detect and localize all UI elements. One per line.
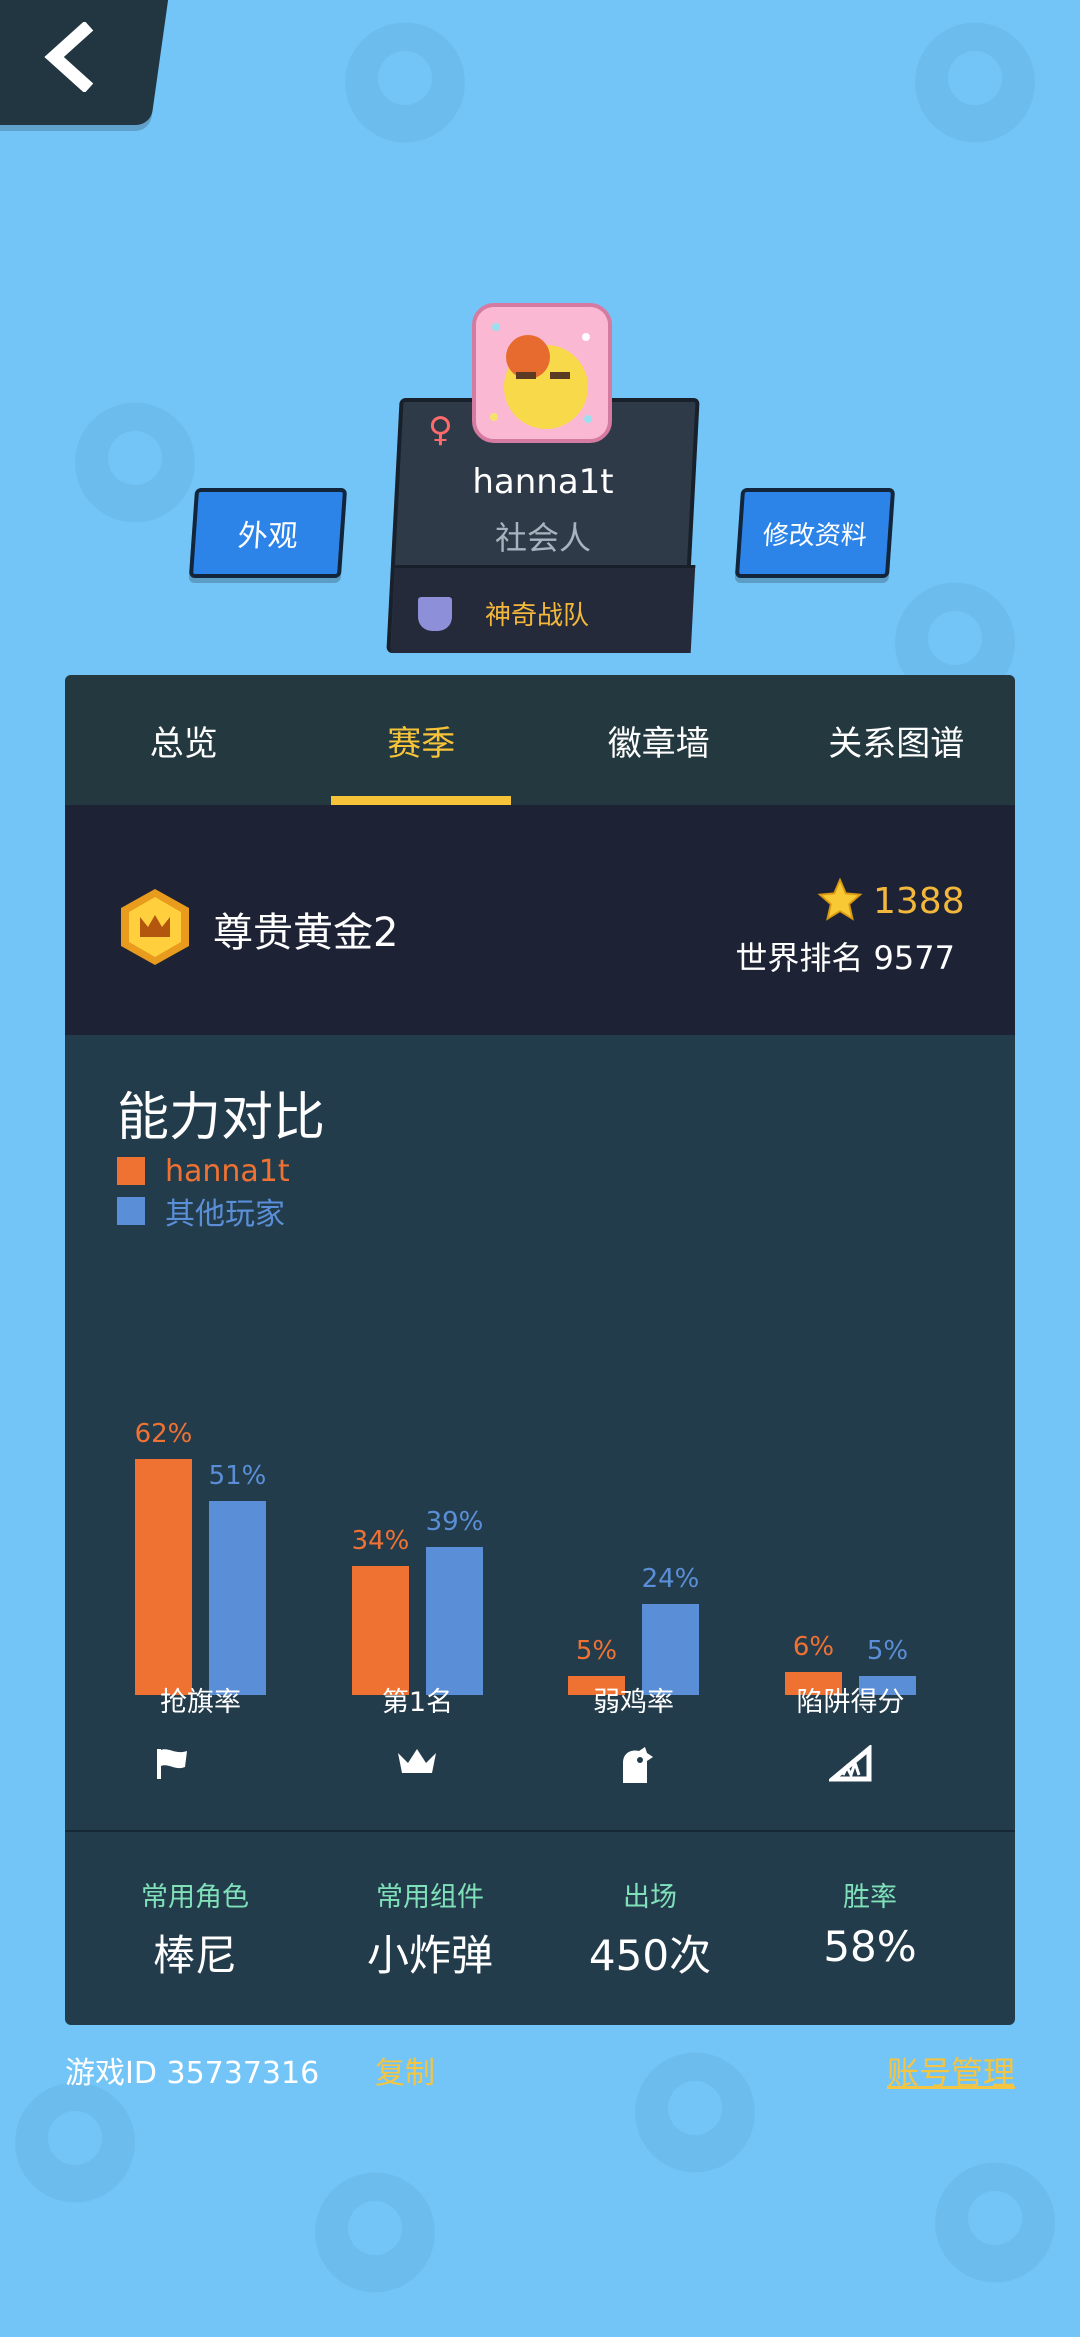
legend-swatch-others — [117, 1197, 145, 1225]
bomb-skull-icon — [635, 2052, 755, 2173]
stat-value: 棒尼 — [152, 1931, 237, 1980]
bomb-skull-icon — [935, 2162, 1055, 2283]
tab-overview[interactable]: 总览 — [65, 675, 303, 805]
category-label: 弱鸡率 — [593, 1687, 674, 1718]
copy-id-button[interactable]: 复制 — [375, 2048, 435, 2092]
game-id: 游戏ID 35737316 — [65, 2056, 320, 2091]
season-panel: 总览 赛季 徽章墙 关系图谱 尊贵黄金2 1388 世界排名 9577 能力对比… — [65, 675, 1015, 2025]
stat-appearances: 出场 450次 — [535, 1875, 765, 1983]
team-name[interactable]: 神奇战队 — [485, 595, 589, 632]
avatar[interactable] — [472, 303, 612, 443]
tab-badge-wall[interactable]: 徽章墙 — [540, 675, 778, 805]
username: hanna1t — [472, 462, 614, 502]
bar-value-label: 39% — [425, 1506, 484, 1537]
rank-tier: 尊贵黄金2 — [213, 910, 399, 956]
trap-icon — [829, 1745, 872, 1782]
stat-label: 常用组件 — [376, 1882, 484, 1913]
legend-others: 其他玩家 — [117, 1195, 285, 1232]
back-button[interactable] — [0, 0, 170, 125]
stat-main-component: 常用组件 小炸弹 — [315, 1875, 545, 1983]
stat-value: 58% — [823, 1922, 917, 1971]
stat-win-rate: 胜率 58% — [755, 1875, 985, 1971]
appearance-button[interactable]: 外观 — [188, 488, 348, 578]
stat-label: 出场 — [623, 1882, 677, 1913]
avatar-image — [476, 307, 608, 439]
active-tab-indicator — [331, 796, 512, 805]
stats-divider — [65, 1830, 1015, 1832]
chevron-left-icon — [44, 22, 94, 92]
tab-relationship-map[interactable]: 关系图谱 — [778, 675, 1016, 805]
legend-player-label: hanna1t — [165, 1153, 290, 1189]
tab-bar: 总览 赛季 徽章墙 关系图谱 — [65, 675, 1015, 805]
bomb-skull-icon — [345, 22, 465, 143]
star-count: 1388 — [873, 881, 965, 922]
category-label: 陷阱得分 — [796, 1687, 905, 1718]
tab-season[interactable]: 赛季 — [303, 675, 541, 805]
category-label: 第1名 — [381, 1687, 454, 1718]
bar-value-label: 5% — [866, 1636, 909, 1666]
team-shield-icon — [418, 597, 452, 631]
player-title: 社会人 — [494, 519, 591, 557]
tab-label: 徽章墙 — [607, 723, 710, 764]
gold-rank-badge-icon — [121, 889, 189, 965]
tab-label: 总览 — [149, 723, 218, 764]
world-rank: 世界排名 9577 — [735, 939, 955, 977]
stat-value: 450次 — [588, 1931, 712, 1980]
star-icon — [817, 877, 863, 921]
stat-label: 常用角色 — [141, 1882, 249, 1913]
tab-label: 关系图谱 — [828, 723, 965, 764]
bar-others — [426, 1546, 483, 1695]
bomb-skull-icon — [75, 402, 195, 523]
legend-others-label: 其他玩家 — [165, 1197, 285, 1232]
bar-player — [352, 1565, 409, 1695]
ability-title: 能力对比 — [117, 1088, 326, 1148]
legend-swatch-player — [117, 1157, 145, 1185]
rank-section: 尊贵黄金2 1388 世界排名 9577 — [65, 805, 1015, 1035]
stat-main-character: 常用角色 棒尼 — [80, 1875, 310, 1983]
bar-others — [209, 1501, 266, 1695]
gender-female-icon: ♀ — [428, 410, 453, 450]
bomb-skull-icon — [315, 2172, 435, 2293]
legend-player: hanna1t — [117, 1153, 290, 1189]
stat-label: 胜率 — [843, 1882, 897, 1913]
chicken-icon — [623, 1747, 653, 1783]
bar-value-label: 51% — [208, 1461, 267, 1492]
bar-value-label: 62% — [134, 1419, 193, 1450]
crown-icon — [398, 1749, 436, 1773]
bar-player — [135, 1459, 192, 1695]
bar-value-label: 24% — [641, 1563, 700, 1594]
account-management-link[interactable]: 账号管理 — [887, 2048, 1015, 2094]
bomb-skull-icon — [915, 22, 1035, 143]
stat-value: 小炸弹 — [366, 1931, 493, 1980]
flag-icon — [157, 1749, 187, 1779]
edit-profile-button[interactable]: 修改资料 — [734, 488, 896, 578]
category-label: 抢旗率 — [160, 1687, 241, 1718]
tab-label: 赛季 — [387, 723, 456, 764]
bar-value-label: 5% — [575, 1636, 618, 1666]
